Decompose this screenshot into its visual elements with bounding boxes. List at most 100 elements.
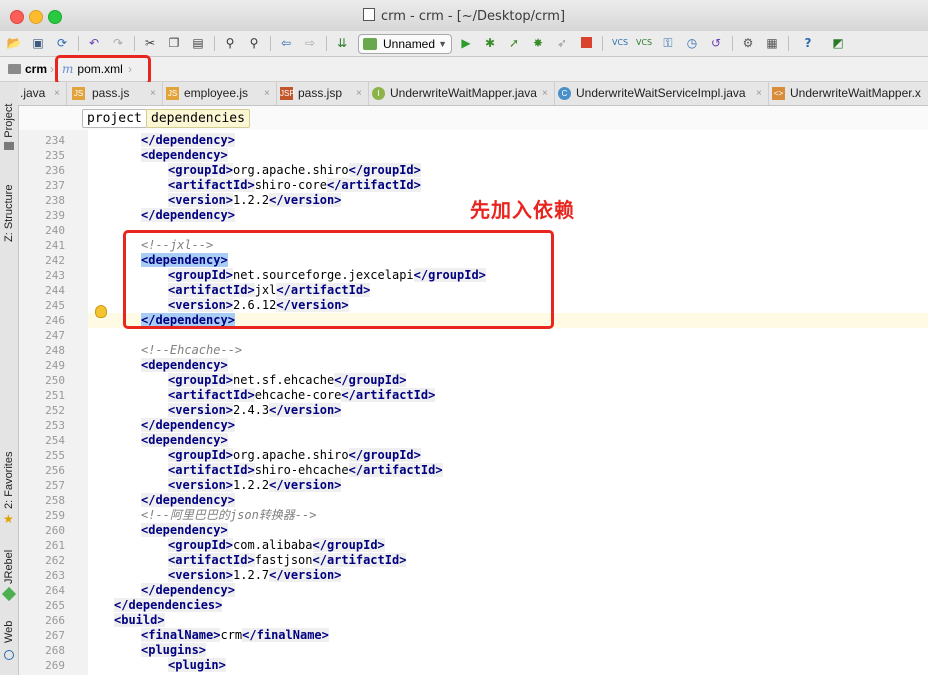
xml-tag: <artifactId> bbox=[168, 178, 255, 192]
stop-icon[interactable] bbox=[578, 35, 594, 51]
replace-icon[interactable]: ⚲ bbox=[246, 35, 262, 51]
code-line: <plugins> bbox=[141, 643, 207, 658]
xml-text: org.apache.shiro bbox=[233, 448, 349, 462]
xml-tag: </dependency> bbox=[141, 493, 235, 507]
breadcrumb-project-element[interactable]: project bbox=[82, 109, 147, 128]
xml-tag: </groupId> bbox=[348, 448, 421, 462]
chevron-down-icon: ▼ bbox=[438, 39, 447, 49]
tab-java[interactable]: .java × bbox=[18, 82, 67, 105]
line-number: 234 bbox=[45, 134, 65, 147]
run-with-coverage-icon[interactable]: ➚ bbox=[506, 35, 522, 51]
code-line: <version>2.4.3</version> bbox=[168, 403, 342, 418]
jrebel-run-icon[interactable]: ➶ bbox=[554, 35, 570, 51]
xml-tag: </version> bbox=[269, 403, 342, 417]
xml-text: shiro-ehcache bbox=[254, 463, 349, 477]
profile-icon[interactable]: ✸ bbox=[530, 35, 546, 51]
line-number: 261 bbox=[45, 539, 65, 552]
line-number: 262 bbox=[45, 554, 65, 567]
sync-icon[interactable]: ⟳ bbox=[54, 35, 70, 51]
paste-icon[interactable]: ▤ bbox=[190, 35, 206, 51]
line-number: 255 bbox=[45, 449, 65, 462]
xml-text: 1.2.7 bbox=[233, 568, 270, 582]
xml-tag: </groupId> bbox=[312, 538, 385, 552]
line-number: 244 bbox=[45, 284, 65, 297]
xml-text: net.sf.ehcache bbox=[233, 373, 335, 387]
line-number: 241 bbox=[45, 239, 65, 252]
sdk-icon[interactable]: ◩ bbox=[830, 35, 846, 51]
save-icon[interactable]: ▣ bbox=[30, 35, 46, 51]
xml-text: org.apache.shiro bbox=[233, 163, 349, 177]
project-panel-icon bbox=[4, 142, 14, 150]
code-line: <build> bbox=[114, 613, 165, 628]
xml-tag: <version> bbox=[168, 478, 234, 492]
line-number: 247 bbox=[45, 329, 65, 342]
xml-tag: </groupId> bbox=[348, 163, 421, 177]
breadcrumb-project[interactable]: crm bbox=[8, 61, 47, 77]
forward-icon[interactable]: ⇨ bbox=[302, 35, 318, 51]
run-icon[interactable]: ▶ bbox=[458, 35, 474, 51]
redo-icon[interactable]: ↷ bbox=[110, 35, 126, 51]
tab-pass-js[interactable]: JS pass.js × bbox=[66, 82, 163, 105]
xml-tag: </groupId> bbox=[334, 373, 407, 387]
code-line: </dependency> bbox=[141, 133, 235, 148]
code-line: <groupId>net.sf.ehcache</groupId> bbox=[168, 373, 407, 388]
build-icon[interactable]: ⇊ bbox=[334, 35, 350, 51]
tab-underwrite-wait-mapper-xml[interactable]: <> UnderwriteWaitMapper.x bbox=[768, 82, 928, 105]
close-tab-icon[interactable]: × bbox=[150, 82, 156, 105]
undo-icon[interactable]: ↶ bbox=[86, 35, 102, 51]
close-tab-icon[interactable]: × bbox=[756, 82, 762, 105]
xml-text: ehcache-core bbox=[254, 388, 342, 402]
lightbulb-icon[interactable] bbox=[95, 305, 107, 318]
xml-tag: <dependency> bbox=[141, 148, 228, 162]
xml-text: com.alibaba bbox=[233, 538, 313, 552]
settings-icon[interactable]: ⚙ bbox=[740, 35, 756, 51]
tab-underwrite-wait-mapper-java[interactable]: I UnderwriteWaitMapper.java × bbox=[368, 82, 555, 105]
debug-icon[interactable]: ✱ bbox=[482, 35, 498, 51]
class-icon: C bbox=[558, 87, 571, 100]
copy-icon[interactable]: ❐ bbox=[166, 35, 182, 51]
cut-icon[interactable]: ✂ bbox=[142, 35, 158, 51]
xml-tag: </dependency> bbox=[141, 583, 235, 597]
js-file-icon: JS bbox=[72, 87, 85, 100]
vcs-commit-icon[interactable]: VCS bbox=[636, 35, 652, 51]
interface-icon: I bbox=[372, 87, 385, 100]
code-line: </dependency> bbox=[141, 493, 235, 508]
find-icon[interactable]: ⚲ bbox=[222, 35, 238, 51]
vcs-update-icon[interactable]: VCS bbox=[612, 35, 628, 51]
close-tab-icon[interactable]: × bbox=[54, 82, 60, 105]
run-configuration-select[interactable]: Unnamed ▼ bbox=[358, 34, 452, 54]
xml-tag: <version> bbox=[168, 568, 234, 582]
xml-tag: <plugin> bbox=[168, 658, 226, 672]
xml-tag: </dependency> bbox=[141, 418, 235, 432]
line-number: 246 bbox=[45, 314, 65, 327]
vcs-compare-icon[interactable]: ⚿ bbox=[660, 35, 676, 51]
structure-panel-tab[interactable]: Z: Structure bbox=[0, 177, 18, 247]
vcs-history-icon[interactable]: ◷ bbox=[684, 35, 700, 51]
xml-tag: <artifactId> bbox=[168, 553, 255, 567]
tab-underwrite-wait-service-impl-java[interactable]: C UnderwriteWaitServiceImpl.java × bbox=[554, 82, 769, 105]
breadcrumb-dependencies-element[interactable]: dependencies bbox=[146, 109, 250, 128]
code-line: <artifactId>ehcache-core</artifactId> bbox=[168, 388, 436, 403]
line-number: 254 bbox=[45, 434, 65, 447]
close-tab-icon[interactable]: × bbox=[264, 82, 270, 105]
xml-tag: <groupId> bbox=[168, 538, 234, 552]
close-tab-icon[interactable]: × bbox=[542, 82, 548, 105]
line-number: 239 bbox=[45, 209, 65, 222]
line-number: 236 bbox=[45, 164, 65, 177]
tab-employee-js[interactable]: JS employee.js × bbox=[162, 82, 277, 105]
line-number: 253 bbox=[45, 419, 65, 432]
back-icon[interactable]: ⇦ bbox=[278, 35, 294, 51]
xml-tag: <dependency> bbox=[141, 523, 228, 537]
project-structure-icon[interactable]: ▦ bbox=[764, 35, 780, 51]
line-number: 260 bbox=[45, 524, 65, 537]
close-tab-icon[interactable]: × bbox=[356, 82, 362, 105]
revert-icon[interactable]: ↺ bbox=[708, 35, 724, 51]
code-line: <dependency> bbox=[141, 148, 228, 163]
xml-tag: </dependency> bbox=[141, 133, 235, 147]
help-icon[interactable]: ? bbox=[800, 35, 816, 51]
folder-icon bbox=[8, 64, 21, 74]
code-line: </dependencies> bbox=[114, 598, 223, 613]
tab-pass-jsp[interactable]: JSP pass.jsp × bbox=[276, 82, 369, 105]
xml-tag: </artifactId> bbox=[348, 463, 443, 477]
open-folder-icon[interactable]: 📂 bbox=[6, 35, 22, 51]
